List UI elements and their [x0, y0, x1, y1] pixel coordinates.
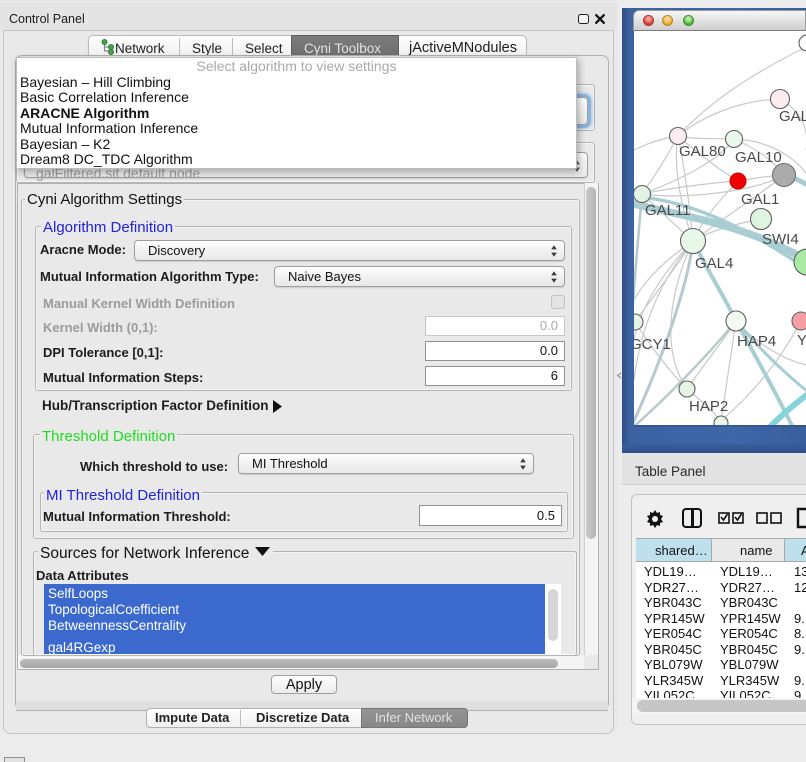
svg-text:GAL11: GAL11 — [645, 202, 691, 219]
svg-text:GAL4: GAL4 — [695, 255, 733, 272]
svg-text:GAL10: GAL10 — [735, 149, 782, 166]
svg-text:HAP2: HAP2 — [689, 398, 728, 415]
svg-text:YJ: YJ — [797, 332, 806, 349]
svg-text:GCY1: GCY1 — [634, 336, 671, 353]
svg-text:GAL80: GAL80 — [679, 143, 726, 160]
svg-text:HAP4: HAP4 — [737, 333, 776, 350]
svg-text:GAL2: GAL2 — [779, 108, 806, 125]
svg-text:SWI4: SWI4 — [762, 231, 799, 248]
svg-text:GAL1: GAL1 — [741, 191, 779, 208]
